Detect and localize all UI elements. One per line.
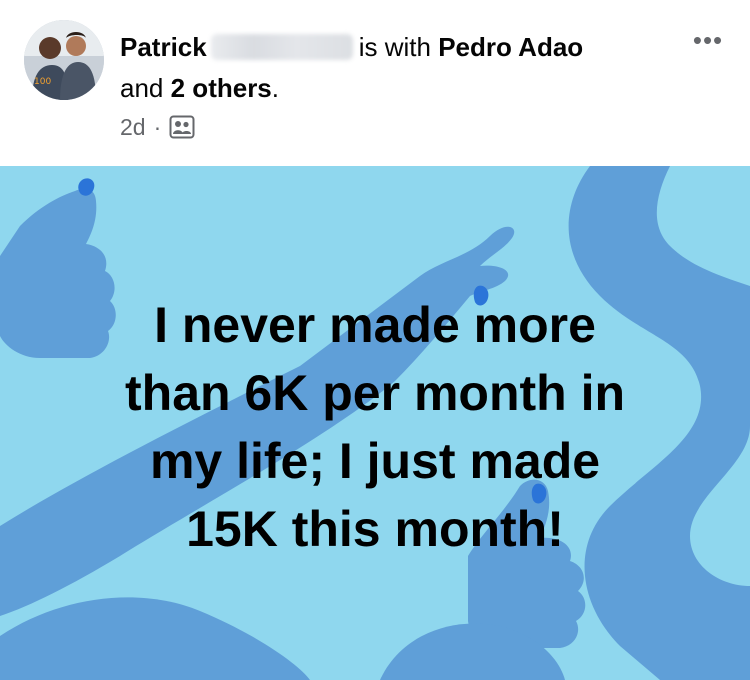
sentence-period: . xyxy=(271,73,280,103)
post-header: 100 Patrick is with Pedro Adao and 2 othe… xyxy=(0,0,750,166)
with-text: is with xyxy=(358,32,431,62)
post-message: I never made more than 6K per month in m… xyxy=(125,297,625,557)
blurred-surname xyxy=(210,34,353,60)
tagged-person[interactable]: Pedro Adao xyxy=(438,32,583,62)
more-options-icon[interactable]: ••• xyxy=(688,25,728,55)
post-content[interactable]: I never made more than 6K per month in m… xyxy=(0,166,750,680)
author-avatar[interactable]: 100 xyxy=(24,20,104,100)
friends-audience-icon[interactable] xyxy=(169,115,195,139)
author-name[interactable]: Patrick xyxy=(120,32,207,62)
meta-separator: · xyxy=(153,114,162,140)
and-text: and xyxy=(120,73,164,103)
svg-text:100: 100 xyxy=(34,77,51,87)
post-author-line: Patrick is with Pedro Adao xyxy=(120,30,583,64)
post-time[interactable]: 2d xyxy=(120,112,146,142)
tagged-others[interactable]: 2 others xyxy=(171,73,272,103)
avatar-photo: 100 xyxy=(24,20,104,100)
post-meta: 2d · xyxy=(120,112,195,142)
post-tagged-line: and 2 others. xyxy=(120,71,279,105)
